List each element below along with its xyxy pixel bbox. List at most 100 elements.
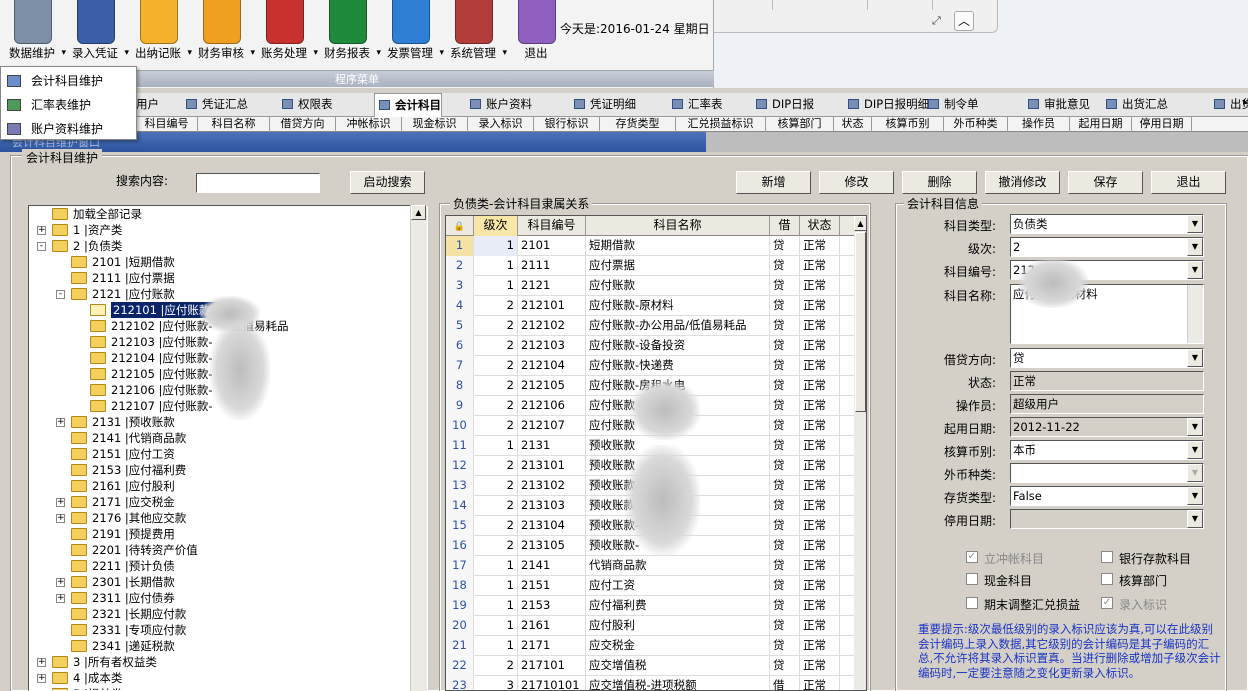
folder-icon xyxy=(71,576,87,588)
table-row[interactable]: 23 3 21710101 应交增值税-进项税额借正常 xyxy=(446,676,854,690)
ribbon-button-7[interactable]: 系统管理 ▾ xyxy=(441,0,507,70)
scroll-up-arrow-icon[interactable]: ▲ xyxy=(411,205,426,220)
tab-4[interactable]: 账户资料 xyxy=(466,93,532,117)
chevron-up-icon[interactable]: ︿ xyxy=(954,11,974,31)
field-input[interactable]: 超级用户 xyxy=(1010,394,1204,414)
field-value: 本币 xyxy=(1013,443,1036,457)
grid-legend: 负债类-会计科目隶属关系 xyxy=(450,195,593,212)
redaction-blur xyxy=(210,320,270,420)
start-search-button[interactable]: 启动搜索 xyxy=(350,171,425,194)
ribbon-button-2[interactable]: 出纳记账 ▾ xyxy=(126,0,192,70)
table-row[interactable]: 1 1 2101 短期借款贷正常 xyxy=(446,236,854,256)
expand-plus-icon[interactable]: + xyxy=(56,594,65,603)
field-input[interactable]: 负债类 ▼ xyxy=(1010,214,1204,234)
expand-plus-icon[interactable]: + xyxy=(37,658,46,667)
dropdown-arrow-icon[interactable]: ▼ xyxy=(1187,487,1203,505)
expand-plus-icon[interactable]: + xyxy=(56,418,65,427)
action-button-1[interactable]: 修改 xyxy=(819,171,894,194)
tab-2[interactable]: 权限表 xyxy=(278,93,333,117)
tab-5[interactable]: 凭证明细 xyxy=(570,93,636,117)
tab-scroll-right-icon[interactable]: ▸ xyxy=(1243,97,1248,108)
field-input[interactable]: ▼ xyxy=(1010,463,1204,483)
grid-header-cell: 借 xyxy=(770,216,800,236)
checkbox-3[interactable]: 核算部门 xyxy=(1101,572,1167,589)
dropdown-arrow-icon[interactable]: ▼ xyxy=(1187,464,1203,482)
action-button-5[interactable]: 退出 xyxy=(1151,171,1226,194)
field-input[interactable]: 正常 xyxy=(1010,371,1204,391)
tab-3[interactable]: 会计科目 xyxy=(374,93,442,117)
action-button-4[interactable]: 保存 xyxy=(1068,171,1143,194)
checkbox-1[interactable]: 银行存款科目 xyxy=(1101,550,1191,567)
table-row[interactable]: 21 1 2171 应交税金贷正常 xyxy=(446,636,854,656)
table-row[interactable]: 19 1 2153 应付福利费贷正常 xyxy=(446,596,854,616)
field-input[interactable]: False ▼ xyxy=(1010,486,1204,506)
table-row[interactable]: 17 1 2141 代销商品款贷正常 xyxy=(446,556,854,576)
ribbon-button-6[interactable]: 发票管理 ▾ xyxy=(378,0,444,70)
table-row[interactable]: 6 2 212103 应付账款-设备投资贷正常 xyxy=(446,336,854,356)
dropdown-arrow-icon[interactable]: ▼ xyxy=(1187,238,1203,256)
tab-9[interactable]: 制令单 xyxy=(924,93,979,117)
table-row[interactable]: 2 1 2111 应付票据贷正常 xyxy=(446,256,854,276)
action-button-2[interactable]: 删除 xyxy=(902,171,977,194)
account-tree[interactable]: 加载全部记录 +1 |资产类 - 2 |负债类 2101 |短期借款 2111 |应付票据… xyxy=(28,205,428,691)
expand-plus-icon[interactable]: + xyxy=(37,674,46,683)
expand-plus-icon[interactable]: + xyxy=(56,498,65,507)
field-input[interactable]: 本币 ▼ xyxy=(1010,440,1204,460)
tab-10[interactable]: 审批意见 xyxy=(1024,93,1090,117)
expand-plus-icon[interactable]: + xyxy=(37,226,46,235)
dropdown-arrow-icon[interactable]: ▼ xyxy=(1187,261,1203,279)
tab-1[interactable]: 凭证汇总 xyxy=(182,93,248,117)
dropdown-arrow-icon[interactable]: ▼ xyxy=(1187,510,1203,528)
search-input[interactable] xyxy=(196,173,320,193)
table-row[interactable]: 18 1 2151 应付工资贷正常 xyxy=(446,576,854,596)
ribbon-button-1[interactable]: 录入凭证 ▾ xyxy=(63,0,129,70)
menu-item-1[interactable]: 汇率表维护 xyxy=(1,93,136,117)
tab-11[interactable]: 出货汇总 xyxy=(1102,93,1168,117)
table-row[interactable]: 3 1 2121 应付账款贷正常 xyxy=(446,276,854,296)
tab-6[interactable]: 汇率表 xyxy=(668,93,723,117)
ribbon-button-4[interactable]: 账务处理 ▾ xyxy=(252,0,318,70)
dropdown-arrow-icon[interactable]: ▼ xyxy=(1187,418,1203,436)
action-button-3[interactable]: 撤消修改 xyxy=(985,171,1060,194)
field-input[interactable]: 贷 ▼ xyxy=(1010,348,1204,368)
textarea-scrollbar[interactable] xyxy=(1187,285,1203,343)
collapse-minus-icon[interactable]: - xyxy=(37,242,46,251)
folder-icon xyxy=(90,400,106,412)
checkbox-4[interactable]: 期末调整汇兑损益 xyxy=(966,596,1080,613)
grid-scrollbar[interactable]: ▲ xyxy=(854,216,866,690)
menu-item-2[interactable]: 账户资料维护 xyxy=(1,117,136,141)
expand-icon[interactable]: ⤢ xyxy=(932,14,941,28)
menu-item-0[interactable]: 会计科目维护 xyxy=(1,69,136,93)
field-input[interactable]: ▼ xyxy=(1010,509,1204,529)
grid-scroll-up-icon[interactable]: ▲ xyxy=(854,216,866,231)
ribbon-button-3[interactable]: 财务审核 ▾ xyxy=(189,0,255,70)
tree-scrollbar[interactable]: ▲ xyxy=(410,205,427,691)
field-input[interactable]: 2012-11-22 ▼ xyxy=(1010,417,1204,437)
folder-icon xyxy=(71,496,87,508)
action-button-0[interactable]: 新增 xyxy=(736,171,811,194)
ledger-icon xyxy=(7,75,21,87)
table-row[interactable]: 22 2 217101 应交增值税贷正常 xyxy=(446,656,854,676)
ribbon-collapse-controls[interactable]: ⤢ ︿ xyxy=(928,11,980,32)
collapse-minus-icon[interactable]: - xyxy=(56,290,65,299)
ribbon-button-8[interactable]: 退出 xyxy=(504,0,568,70)
ribbon-button-label: 系统管理 xyxy=(450,46,496,60)
tab-8[interactable]: DIP日报明细 xyxy=(844,93,929,117)
tab-7[interactable]: DIP日报 xyxy=(752,93,814,117)
table-row[interactable]: 20 1 2161 应付股利贷正常 xyxy=(446,616,854,636)
checkbox-2[interactable]: 现金科目 xyxy=(966,572,1032,589)
checkbox-5: ✓ 录入标识 xyxy=(1101,596,1167,613)
grid-scroll-thumb[interactable] xyxy=(855,232,866,412)
grid-cell: 应付票据 xyxy=(586,256,770,276)
field-input[interactable]: 2 ▼ xyxy=(1010,237,1204,257)
dropdown-arrow-icon[interactable]: ▼ xyxy=(1187,441,1203,459)
expand-plus-icon[interactable]: + xyxy=(56,578,65,587)
ribbon-button-5[interactable]: 财务报表 ▾ xyxy=(315,0,381,70)
table-row[interactable]: 4 2 212101 应付账款-原材料贷正常 xyxy=(446,296,854,316)
dropdown-arrow-icon[interactable]: ▼ xyxy=(1187,215,1203,233)
table-row[interactable]: 5 2 212102 应付账款-办公用品/低值易耗品贷正常 xyxy=(446,316,854,336)
ribbon-button-0[interactable]: 数据维护 ▾ xyxy=(0,0,66,70)
dropdown-arrow-icon[interactable]: ▼ xyxy=(1187,349,1203,367)
table-row[interactable]: 7 2 212104 应付账款-快递费贷正常 xyxy=(446,356,854,376)
expand-plus-icon[interactable]: + xyxy=(56,514,65,523)
